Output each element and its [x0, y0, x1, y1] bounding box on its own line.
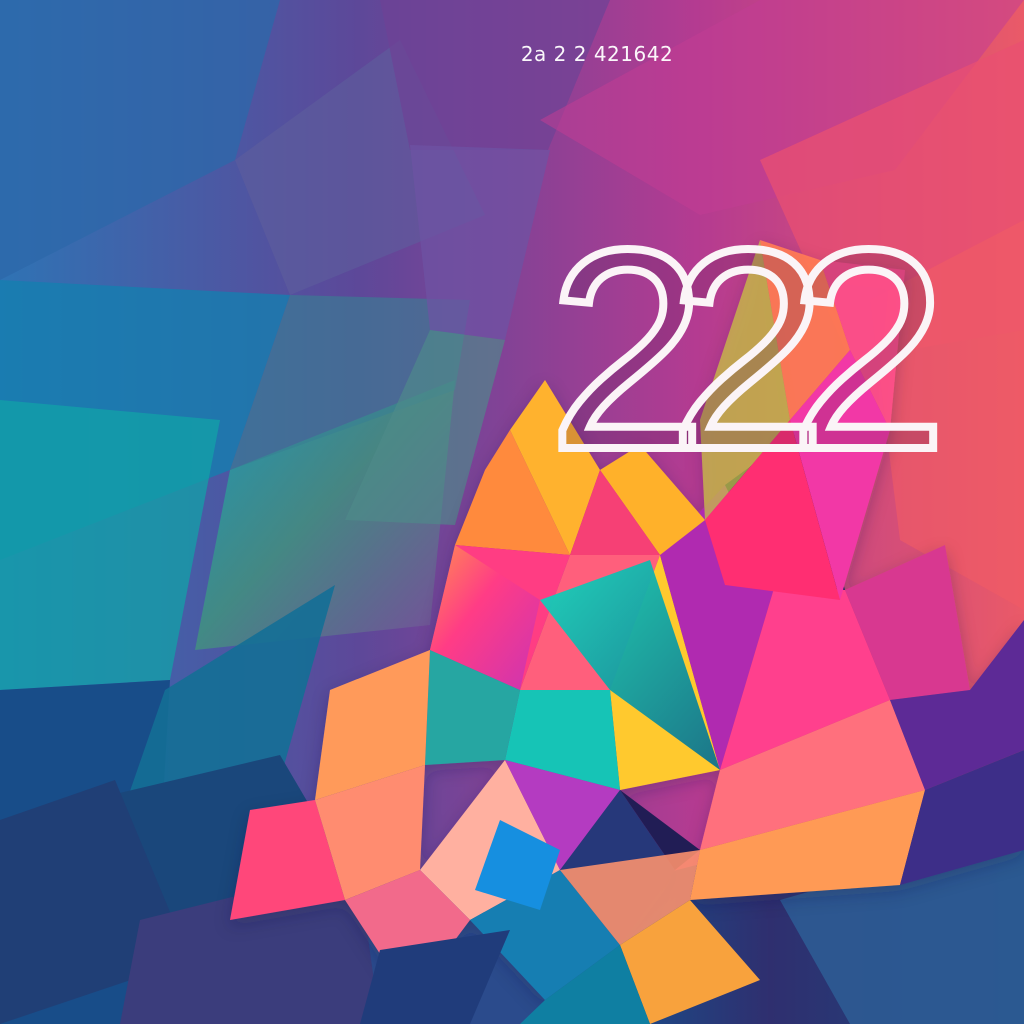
low-poly-background	[0, 0, 1024, 1024]
large-number-headline: 222	[544, 191, 952, 509]
geometric-artwork: 2a 2 2 421642 222	[0, 0, 1024, 1024]
small-caption-text: 2a 2 2 421642	[520, 42, 674, 66]
